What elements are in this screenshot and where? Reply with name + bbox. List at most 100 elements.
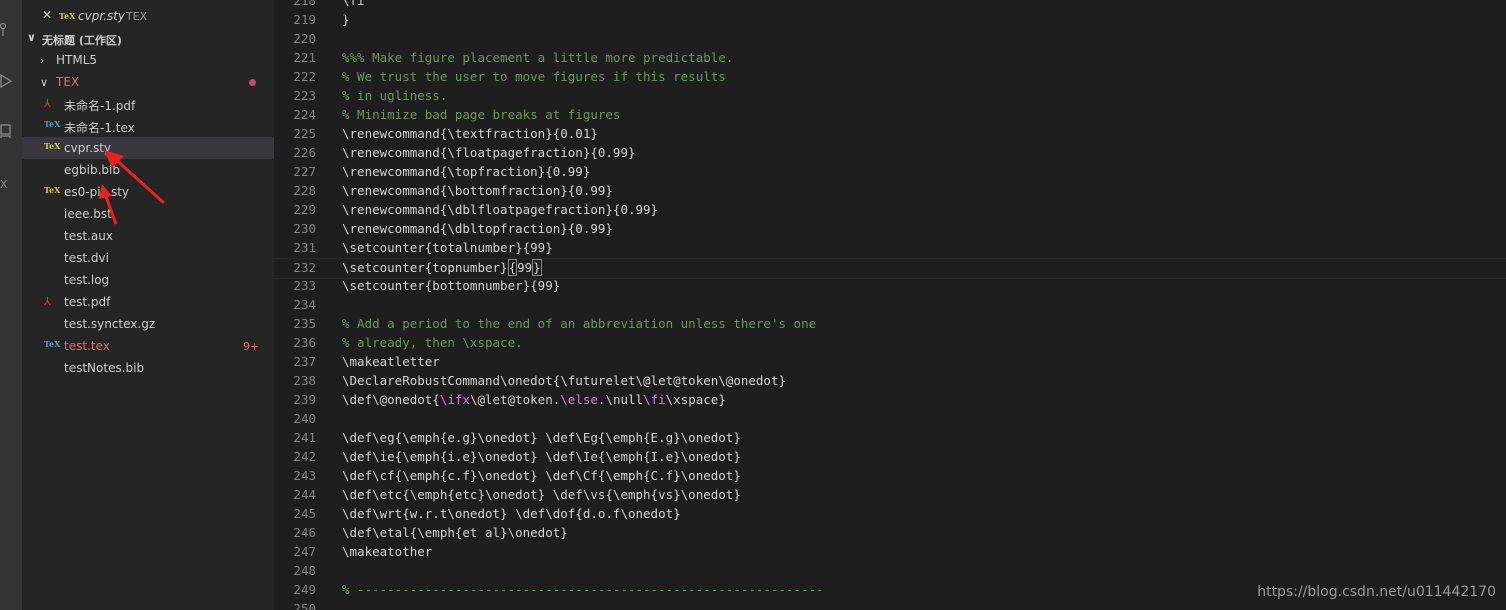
code-line: 245 \def\wrt{w.r.t\onedot} \def\dof{d.o.f… (274, 505, 1506, 524)
line-number: 233 (293, 278, 316, 293)
watermark: https://blog.csdn.net/u011442170 (1257, 584, 1496, 600)
annotation-arrow-2 (99, 184, 118, 225)
code-text: % We trust the user to move figures if t… (342, 69, 726, 84)
code-text: % already, then \xspace. (342, 335, 523, 350)
code-line: 242 \def\ie{\emph{i.e}\onedot} \def\Ie{\e… (274, 448, 1506, 467)
line-number: 222 (293, 69, 316, 84)
line-number: 223 (293, 88, 316, 103)
tex-icon[interactable]: X (0, 178, 12, 192)
code-text: \def\etc{\emph{etc}\onedot} \def\vs{\emp… (342, 487, 741, 502)
chevron-down-icon: ∨ (27, 31, 36, 44)
problem-count-badge: 9+ (243, 340, 260, 353)
line-number: 239 (293, 392, 316, 407)
tree-item[interactable]: TeX test.tex 9+ (22, 335, 274, 357)
line-number: 245 (293, 506, 316, 521)
code-text: % Minimize bad page breaks at figures (342, 107, 621, 122)
tree-item[interactable]: ∨ TEX (22, 71, 274, 93)
code-text: \makeatletter (342, 354, 440, 369)
code-line: 238 \DeclareRobustCommand\onedot{\futurel… (274, 372, 1506, 391)
workspace-header[interactable]: ∨ 无标题 (工作区) (22, 28, 274, 48)
tree-item[interactable]: test.log (22, 269, 274, 291)
code-text: \setcounter{topnumber}{99} (342, 259, 542, 276)
code-text: \renewcommand{\bottomfraction}{0.99} (342, 183, 613, 198)
tree-item-label: 未命名-1.pdf (64, 99, 136, 113)
code-text: \renewcommand{\textfraction}{0.01} (342, 126, 598, 141)
line-number: 220 (293, 31, 316, 46)
close-icon[interactable]: ✕ (42, 8, 52, 22)
tree-item-label: test.aux (64, 229, 113, 243)
code-line: 250 (274, 600, 1506, 610)
tree-item-label: testNotes.bib (64, 361, 145, 375)
line-number: 224 (293, 107, 316, 122)
run-debug-icon[interactable] (0, 74, 12, 88)
code-text: \def\wrt{w.r.t\onedot} \def\dof{d.o.f\on… (342, 506, 681, 521)
open-editor-folder: TEX (126, 10, 148, 23)
code-line: 246 \def\etal{\emph{et al}\onedot} (274, 524, 1506, 543)
tree-item[interactable]: ⅄ test.pdf (22, 291, 274, 313)
tree-item-label: test.log (64, 273, 110, 287)
code-line: 225 \renewcommand{\textfraction}{0.01} (274, 125, 1506, 144)
line-number: 242 (293, 449, 316, 464)
code-line: 219} (274, 11, 1506, 30)
tree-item[interactable]: TeX 未命名-1.tex (22, 115, 274, 137)
code-text: % in ugliness. (342, 88, 448, 103)
code-text: \setcounter{totalnumber}{99} (342, 240, 553, 255)
code-line: 218 \fi (274, 0, 1506, 11)
line-number: 221 (293, 50, 316, 65)
line-number: 228 (293, 183, 316, 198)
code-text: % Add a period to the end of an abbrevia… (342, 316, 817, 331)
code-line: 232 \setcounter{topnumber}{99} (274, 258, 1506, 279)
tree-item[interactable]: ⅄ 未命名-1.pdf (22, 93, 274, 115)
tree-item[interactable]: test.synctex.gz (22, 313, 274, 335)
code-editor[interactable]: 218 \fi 219} 220 221%%% Make figure placemen… (274, 0, 1506, 610)
line-number: 234 (293, 297, 316, 312)
line-number: 226 (293, 145, 316, 160)
code-text: \def\eg{\emph{e.g}\onedot} \def\Eg{\emph… (342, 430, 741, 445)
tex-file-icon: TeX (44, 141, 61, 151)
code-line: 241 \def\eg{\emph{e.g}\onedot} \def\Eg{\e… (274, 429, 1506, 448)
code-text: \renewcommand{\topfraction}{0.99} (342, 164, 591, 179)
code-text: \def\cf{\emph{c.f}\onedot} \def\Cf{\emph… (342, 468, 741, 483)
line-number: 235 (293, 316, 316, 331)
code-line: 227 \renewcommand{\topfraction}{0.99} (274, 163, 1506, 182)
line-number: 218 (293, 0, 316, 8)
code-text: \DeclareRobustCommand\onedot{\futurelet\… (342, 373, 787, 388)
code-text: \renewcommand{\floatpagefraction}{0.99} (342, 145, 636, 160)
line-number: 237 (293, 354, 316, 369)
code-line: 223 % in ugliness. (274, 87, 1506, 106)
explorer-sidebar: ✕ TeX cvpr.sty TEX ∨ 无标题 (工作区) › HTML5 ∨ TE… (22, 0, 274, 610)
code-line: 222 % We trust the user to move figures i… (274, 68, 1506, 87)
tree-item-label: test.tex (64, 339, 110, 353)
line-number: 230 (293, 221, 316, 236)
code-line: 237 \makeatletter (274, 353, 1506, 372)
extensions-icon[interactable] (0, 124, 12, 138)
tree-item-label: test.dvi (64, 251, 109, 265)
line-number: 231 (293, 240, 316, 255)
open-editor-item[interactable]: ✕ TeX cvpr.sty TEX (22, 5, 274, 27)
code-line: 228 \renewcommand{\bottomfraction}{0.99} (274, 182, 1506, 201)
source-control-icon[interactable] (0, 22, 12, 36)
code-line: 233 \setcounter{bottomnumber}{99} (274, 277, 1506, 296)
code-line: 221 %%% Make figure placement a little mo… (274, 49, 1506, 68)
tree-item[interactable]: test.dvi (22, 247, 274, 269)
line-number: 236 (293, 335, 316, 350)
line-number: 243 (293, 468, 316, 483)
code-text: \def\ie{\emph{i.e}\onedot} \def\Ie{\emph… (342, 449, 741, 464)
tree-item-label: test.synctex.gz (64, 317, 156, 331)
tree-item[interactable]: › HTML5 (22, 49, 274, 71)
code-line: 230 \renewcommand{\dbltopfraction}{0.99} (274, 220, 1506, 239)
line-number: 244 (293, 487, 316, 502)
tree-item-label: test.pdf (64, 295, 111, 309)
chevron-down-icon: ∨ (40, 76, 49, 89)
tree-item-label: HTML5 (56, 53, 98, 67)
tree-item[interactable]: testNotes.bib (22, 357, 274, 379)
tex-file-icon: TeX (59, 11, 76, 21)
workspace-title: 无标题 (工作区) (42, 34, 122, 47)
code-line: 244 \def\etc{\emph{etc}\onedot} \def\vs{\… (274, 486, 1506, 505)
code-line: 239 \def\@onedot{\ifx\@let@token.\else.\n… (274, 391, 1506, 410)
line-number: 246 (293, 525, 316, 540)
code-line: 220 (274, 30, 1506, 49)
code-line: 224 % Minimize bad page breaks at figures (274, 106, 1506, 125)
line-number: 248 (293, 563, 316, 578)
tree-item[interactable]: test.aux (22, 225, 274, 247)
